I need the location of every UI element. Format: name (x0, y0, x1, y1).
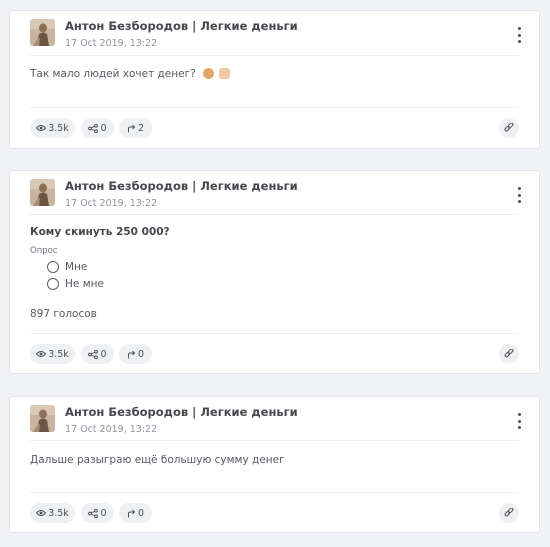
views-counter[interactable]: 3.5k (30, 503, 75, 523)
divider (30, 440, 519, 441)
post-date: 17 Oct 2019, 13:22 (65, 198, 158, 209)
share-icon (88, 123, 99, 133)
forwards-counter[interactable]: 0 (119, 503, 152, 523)
forward-arrow-icon (127, 509, 136, 518)
forwards-counter[interactable]: 2 (119, 118, 152, 138)
views-count: 3.5k (48, 122, 69, 134)
post-date: 17 Oct 2019, 13:22 (65, 38, 158, 49)
share-icon (88, 508, 99, 518)
post-header: Антон Безбородов | Легкие деньги 17 Oct … (30, 19, 527, 57)
eye-icon (36, 124, 47, 132)
shares-count: 0 (100, 348, 107, 360)
post-header: Антон Безбородов | Легкие деньги 17 Oct … (30, 405, 527, 443)
eye-icon (36, 350, 47, 358)
link-icon[interactable] (499, 503, 519, 523)
shares-count: 0 (100, 122, 107, 134)
post-author[interactable]: Антон Безбородов | Легкие деньги (65, 19, 298, 33)
poll-option[interactable]: Мне (47, 260, 87, 274)
post-card: Антон Безбородов | Легкие деньги 17 Oct … (9, 396, 540, 533)
views-counter[interactable]: 3.5k (30, 344, 75, 364)
poll-option-label: Мне (65, 261, 88, 273)
post-stats: 3.5k 0 0 (30, 503, 519, 523)
more-vertical-icon[interactable] (515, 27, 523, 43)
pointing-hand-emoji (219, 68, 231, 79)
shares-count: 0 (100, 507, 107, 519)
poll-option[interactable]: Не мне (47, 277, 104, 291)
more-vertical-icon[interactable] (515, 413, 523, 429)
post-stats: 3.5k 0 0 (30, 344, 519, 364)
poll-option-label: Не мне (65, 278, 104, 290)
poll-label: Опрос (30, 246, 58, 256)
link-icon[interactable] (499, 118, 519, 138)
forwards-count: 0 (137, 348, 145, 360)
divider (30, 492, 519, 493)
forwards-counter[interactable]: 0 (119, 344, 152, 364)
divider (30, 214, 519, 215)
radio-button[interactable] (47, 261, 59, 273)
share-icon (88, 349, 99, 359)
forward-arrow-icon (127, 350, 136, 359)
post-card: Антон Безбородов | Легкие деньги 17 Oct … (9, 170, 540, 374)
views-counter[interactable]: 3.5k (30, 118, 75, 138)
forwards-count: 0 (137, 507, 145, 519)
divider (30, 107, 519, 108)
shares-counter[interactable]: 0 (81, 118, 114, 138)
avatar[interactable] (30, 19, 55, 46)
more-vertical-icon[interactable] (515, 187, 523, 203)
post-date: 17 Oct 2019, 13:22 (65, 424, 158, 435)
post-header: Антон Безбородов | Легкие деньги 17 Oct … (30, 179, 527, 217)
post-text: Так мало людей хочет денег? (30, 68, 231, 80)
radio-button[interactable] (47, 278, 59, 290)
shares-counter[interactable]: 0 (81, 344, 114, 364)
post-text-content: Так мало людей хочет денег? (30, 68, 196, 80)
post-stats: 3.5k 0 2 (30, 118, 519, 138)
link-icon[interactable] (499, 344, 519, 364)
divider (30, 333, 519, 334)
views-count: 3.5k (48, 348, 69, 360)
avatar[interactable] (30, 179, 55, 206)
post-card: Антон Безбородов | Легкие деньги 17 Oct … (9, 10, 540, 149)
post-text: Дальше разыграю ещё большую сумму денег (30, 454, 285, 466)
views-count: 3.5k (48, 507, 69, 519)
poll-votes: 897 голосов (30, 308, 97, 320)
poll-question: Кому скинуть 250 000? (30, 226, 170, 238)
post-author[interactable]: Антон Безбородов | Легкие деньги (65, 179, 298, 193)
forward-arrow-icon (127, 124, 136, 133)
forwards-count: 2 (137, 122, 145, 134)
face-emoji (203, 68, 215, 79)
eye-icon (36, 509, 47, 517)
post-author[interactable]: Антон Безбородов | Легкие деньги (65, 405, 298, 419)
avatar[interactable] (30, 405, 55, 432)
divider (30, 55, 519, 56)
shares-counter[interactable]: 0 (81, 503, 114, 523)
